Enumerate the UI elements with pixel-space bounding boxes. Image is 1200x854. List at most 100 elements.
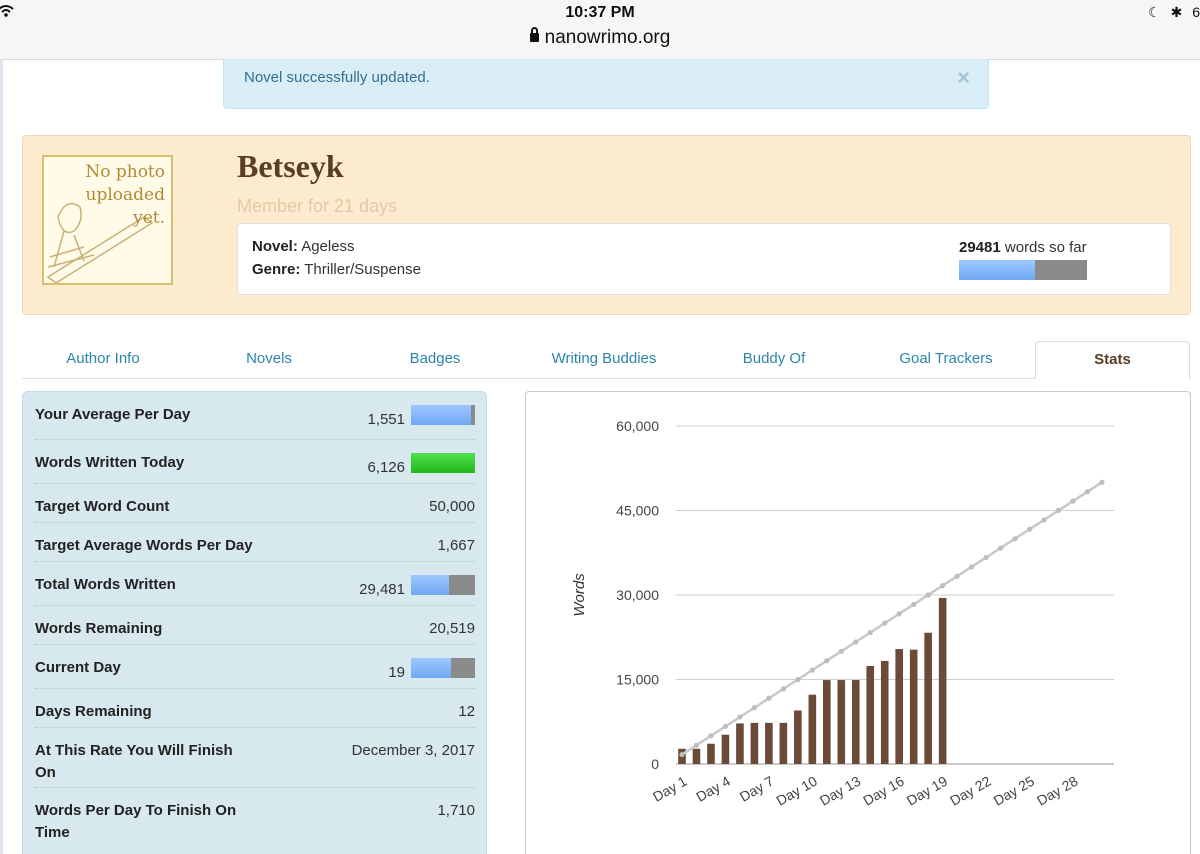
x-tick-label: Day 19 [904, 773, 951, 809]
tab-badges[interactable]: Badges [354, 341, 516, 378]
chart-bar [837, 680, 846, 764]
chart-bar [895, 649, 903, 764]
chart-bar [938, 597, 947, 764]
target-point [969, 564, 975, 570]
target-point [867, 629, 873, 636]
page-left-edge [0, 60, 3, 854]
x-tick-label: Day 16 [860, 773, 907, 809]
chart-bar [750, 722, 759, 764]
no-photo-text: No photo uploaded yet. [85, 162, 165, 228]
stat-progress-bar [411, 575, 475, 595]
tab-buddy-of[interactable]: Buddy Of [692, 341, 856, 378]
y-tick-label: 60,000 [616, 418, 659, 434]
target-point [1084, 489, 1091, 495]
target-point [809, 667, 815, 673]
word-count-summary: 29481 words so far [959, 239, 1087, 256]
stat-row: At This Rate You Will Finish On December … [35, 728, 475, 788]
lock-icon [529, 27, 539, 42]
stat-row: Total Words Written 29,481 [35, 562, 475, 606]
target-point [882, 620, 888, 626]
browser-status-bar: 10:37 PM nanowrimo.org ☾ ✱ 6 [0, 0, 1200, 60]
stat-label: Target Average Words Per Day [35, 537, 253, 554]
chart-bar [851, 680, 860, 764]
alert-message: Novel successfully updated. [244, 69, 430, 86]
status-icons: ☾ ✱ 6 [1142, 4, 1200, 21]
stat-value: 1,710 [437, 802, 475, 819]
tab-author-info[interactable]: Author Info [22, 341, 184, 378]
x-tick-label: Day 28 [1034, 773, 1081, 809]
chart-bar [721, 734, 730, 764]
stat-value: 1,667 [437, 537, 475, 554]
close-icon[interactable]: × [957, 65, 970, 91]
genre-value: Thriller/Suspense [304, 261, 421, 278]
stat-value: 12 [458, 703, 475, 720]
tab-stats[interactable]: Stats [1035, 341, 1190, 379]
target-point [780, 686, 786, 692]
stat-value: 1,551 [367, 411, 405, 428]
tab-goal-trackers[interactable]: Goal Trackers [860, 341, 1032, 378]
stat-value: 29,481 [359, 581, 405, 598]
target-point [722, 723, 729, 730]
stat-label: Current Day [35, 659, 121, 676]
word-progress-fill [959, 260, 1035, 280]
stats-panel: Your Average Per Day 1,551 Words Written T… [22, 391, 487, 854]
stat-label: Your Average Per Day [35, 406, 191, 423]
x-tick-label: Day 13 [817, 773, 864, 809]
chart-bar [909, 649, 918, 764]
target-line [681, 481, 1103, 756]
stat-label: Words Per Day To Finish On Time [35, 802, 237, 841]
chart-bar [823, 680, 831, 764]
target-point [1099, 479, 1105, 485]
target-point [997, 545, 1004, 551]
target-point [954, 573, 960, 579]
clock: 10:37 PM [565, 4, 635, 21]
tab-writing-buddies[interactable]: Writing Buddies [520, 341, 688, 378]
target-point [1026, 526, 1033, 532]
battery-text: 6 [1192, 4, 1200, 20]
stat-row: Your Average Per Day 1,551 [35, 392, 475, 440]
y-tick-label: 15,000 [616, 672, 659, 688]
stat-row: Words Per Day To Finish On Time 1,710 [35, 788, 475, 854]
tab-novels[interactable]: Novels [188, 341, 350, 378]
y-tick-label: 0 [651, 756, 659, 772]
x-tick-label: Day 25 [991, 773, 1038, 809]
stat-label: Target Word Count [35, 498, 170, 515]
target-point [766, 695, 772, 701]
word-progress-bar [959, 260, 1087, 280]
target-point [751, 705, 757, 711]
target-point [853, 639, 859, 645]
address-bar[interactable]: nanowrimo.org [0, 27, 1200, 49]
stat-label: Total Words Written [35, 576, 176, 593]
chart-bar [765, 722, 773, 764]
stat-label: Days Remaining [35, 703, 152, 720]
y-tick-label: 30,000 [616, 587, 659, 603]
url-text: nanowrimo.org [544, 27, 671, 48]
y-tick-label: 45,000 [616, 503, 659, 519]
username: Betseyk [237, 148, 344, 184]
target-point [911, 601, 917, 607]
target-point [795, 676, 801, 683]
chart-bar [736, 723, 744, 764]
stat-row: Target Average Words Per Day 1,667 [35, 523, 475, 562]
novel-label: Novel: [252, 238, 298, 255]
avatar: No photo uploaded yet. [42, 155, 173, 285]
target-point [737, 714, 743, 720]
x-tick-label: Day 22 [947, 773, 994, 809]
bluetooth-icon: ✱ [1170, 4, 1183, 20]
stat-label: At This Rate You Will Finish On [35, 742, 233, 781]
stat-row: Words Written Today 6,126 [35, 440, 475, 484]
novel-title[interactable]: Ageless [301, 238, 354, 255]
target-point [824, 658, 830, 664]
target-point [708, 733, 714, 739]
genre-label: Genre: [252, 261, 301, 278]
chart-bar [692, 748, 701, 764]
novel-line: Novel: Ageless [252, 238, 355, 255]
stat-value: 19 [388, 664, 405, 681]
profile-tabs: Author Info Novels Badges Writing Buddies Bu… [22, 341, 1191, 379]
word-count: 29481 [959, 239, 1001, 256]
member-duration: Member for 21 days [237, 196, 398, 216]
target-point [1070, 498, 1076, 504]
target-point [925, 592, 931, 598]
target-point [838, 648, 844, 654]
chart-bar [808, 694, 817, 764]
